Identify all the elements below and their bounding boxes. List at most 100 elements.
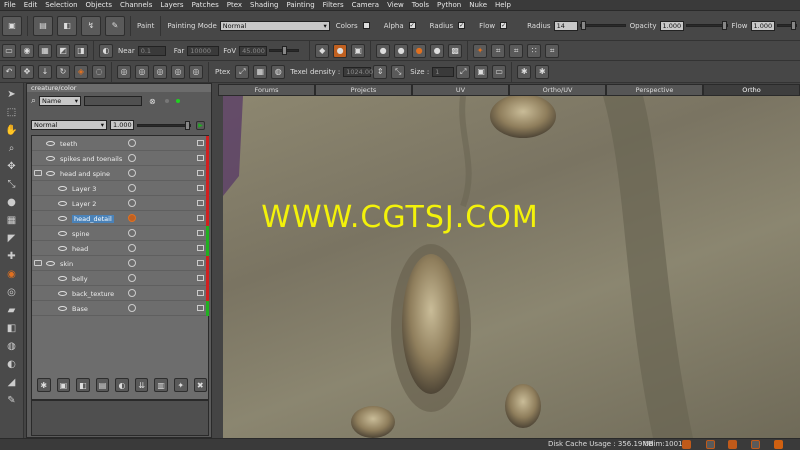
view-icon[interactable]: ▭ [2, 43, 16, 58]
select-icon[interactable]: ✱ [535, 64, 550, 79]
menu-ptex[interactable]: Ptex [227, 1, 242, 9]
eraser-icon[interactable]: ▰ [5, 303, 19, 317]
menu-camera[interactable]: Camera [352, 1, 379, 9]
tab-uv[interactable]: UV [412, 84, 509, 96]
new-document-icon[interactable]: ▤ [33, 15, 53, 36]
zoom-icon[interactable]: ⌕ [5, 141, 19, 155]
grid-display-icon[interactable]: ⌗ [545, 43, 560, 58]
folder-icon[interactable] [34, 170, 42, 176]
brush-settings-icon[interactable]: ▣ [2, 15, 22, 36]
radius-slider[interactable] [579, 21, 626, 30]
3d-viewport[interactable] [223, 96, 800, 438]
alpha-checkbox[interactable]: ✓ [408, 22, 416, 29]
colors-checkbox[interactable] [362, 22, 370, 29]
pin-icon[interactable]: ✚ [5, 249, 19, 263]
visibility-eye-icon[interactable] [46, 261, 55, 266]
flat-shading-icon[interactable]: ● [376, 43, 391, 58]
paint-layer-icon[interactable] [128, 244, 136, 252]
clear-icon[interactable]: ⊗ [149, 97, 156, 106]
layer-row[interactable]: Base [32, 301, 210, 316]
cube-icon[interactable]: ◩ [56, 43, 70, 58]
lock-icon[interactable] [197, 290, 204, 296]
texel-density-field[interactable]: 1024.000 [343, 66, 377, 77]
translate-icon[interactable]: ↓ [38, 64, 52, 79]
menu-filters[interactable]: Filters [323, 1, 344, 9]
layer-row[interactable]: spikes and toenails [32, 151, 210, 166]
paint-bucket-icon[interactable]: ✎ [105, 15, 125, 36]
wireframe-icon[interactable]: ⌗ [491, 43, 506, 58]
cache-status-icon[interactable] [751, 440, 760, 449]
tab-perspective[interactable]: Perspective [606, 84, 703, 96]
paint-shader-icon[interactable]: ● [333, 43, 348, 58]
tab-projects[interactable]: Projects [315, 84, 412, 96]
visibility-eye-icon[interactable] [46, 171, 55, 176]
hide-icon[interactable]: ◎ [135, 64, 149, 79]
tab-ortho[interactable]: Ortho [703, 84, 800, 96]
transform-icon[interactable]: ◈ [74, 64, 88, 79]
paint-layer-icon[interactable] [128, 289, 136, 297]
lit-shading-icon[interactable]: ● [394, 43, 409, 58]
menu-help[interactable]: Help [495, 1, 511, 9]
isolate-icon[interactable]: ◎ [171, 64, 185, 79]
layer-row[interactable]: Layer 3 [32, 181, 210, 196]
menu-selection[interactable]: Selection [45, 1, 77, 9]
size-icon[interactable]: ⤡ [391, 64, 406, 79]
layer-row[interactable]: skin [32, 256, 210, 271]
lock-icon[interactable] [197, 185, 204, 191]
dropper-icon[interactable]: ↯ [81, 15, 101, 36]
layer-row[interactable]: back_texture [32, 286, 210, 301]
lock-icon[interactable] [197, 275, 204, 281]
paint-status-icon[interactable] [706, 440, 715, 449]
paint-through-icon[interactable]: ◉ [5, 267, 19, 281]
sphere-icon[interactable]: ● [430, 43, 445, 58]
resize-icon[interactable]: ⤢ [456, 64, 471, 79]
visibility-eye-icon[interactable] [58, 306, 67, 311]
ptex-options-icon[interactable]: ▭ [492, 64, 507, 79]
blend-mode-dropdown[interactable]: Normal ▾ [31, 120, 107, 130]
progress-status-icon[interactable] [774, 440, 783, 449]
flow-slider[interactable] [776, 21, 797, 30]
effects-icon[interactable]: ✦ [173, 378, 188, 392]
picker-icon[interactable]: ✎ [5, 393, 19, 407]
menu-view[interactable]: View [387, 1, 404, 9]
fov-field[interactable]: 45.000 [239, 45, 268, 56]
filter-input[interactable] [84, 96, 143, 106]
folder-icon[interactable] [34, 260, 42, 266]
render-status-icon[interactable] [682, 440, 691, 449]
flow-field[interactable]: 1.000 [750, 20, 775, 31]
menu-patches[interactable]: Patches [192, 1, 219, 9]
lock-icon[interactable] [197, 170, 204, 176]
show-all-icon[interactable]: ◎ [153, 64, 167, 79]
paint-layer-icon[interactable] [128, 184, 136, 192]
bake-status-icon[interactable] [728, 440, 737, 449]
background-icon[interactable]: ▩ [448, 43, 463, 58]
layer-row[interactable]: head [32, 241, 210, 256]
visibility-eye-icon[interactable] [46, 156, 55, 161]
tab-ortho-uv[interactable]: Ortho/UV [509, 84, 606, 96]
filter-mode-dropdown[interactable]: Name ▾ [39, 96, 82, 106]
paint-layer-icon[interactable] [128, 139, 136, 147]
unhide-icon[interactable]: ◎ [189, 64, 203, 79]
points-icon[interactable]: ∷ [527, 43, 542, 58]
paint-layer-icon[interactable] [128, 304, 136, 312]
visibility-eye-icon[interactable] [58, 291, 67, 296]
paint-layer-icon[interactable] [128, 274, 136, 282]
stamp-icon[interactable]: ◧ [57, 15, 77, 36]
gradient-icon[interactable]: ◧ [5, 321, 19, 335]
layer-row[interactable]: belly [32, 271, 210, 286]
merge-icon[interactable]: ⇊ [134, 378, 149, 392]
painting-mode-dropdown[interactable]: Normal ▾ [219, 20, 330, 31]
lock-icon[interactable] [197, 155, 204, 161]
menu-tools[interactable]: Tools [412, 1, 429, 9]
smear-icon[interactable]: ◐ [5, 357, 19, 371]
lock-icon[interactable] [197, 140, 204, 146]
near-field[interactable]: 0.1 [137, 45, 166, 56]
lasso-icon[interactable]: ◌ [92, 64, 106, 79]
layer-row[interactable]: teeth [32, 136, 210, 151]
grid-icon[interactable]: ▦ [38, 43, 52, 58]
menu-python[interactable]: Python [437, 1, 461, 9]
new-layer-icon[interactable]: ✱ [37, 378, 51, 392]
lock-icon[interactable] [197, 245, 204, 251]
visibility-eye-icon[interactable] [58, 246, 67, 251]
group-layer-icon[interactable]: ▤ [95, 378, 110, 392]
